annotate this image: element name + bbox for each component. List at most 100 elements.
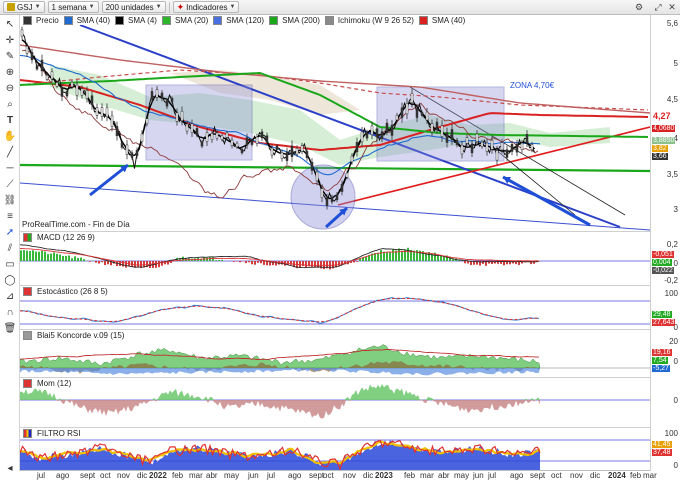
stochastic-k-line (20, 297, 540, 324)
candle-body (485, 142, 489, 152)
rectangle-tool-icon[interactable]: ▭ (3, 257, 17, 271)
price-legend: Precio SMA (40) SMA (4) SMA (20) SMA (120) SM… (23, 16, 468, 25)
close-icon[interactable]: ✕ (665, 1, 679, 13)
price-scale[interactable]: 5,6 5 4,5 4 3,5 3 4,27 4,0680 3,8850 3,8… (650, 15, 680, 471)
macd-signal-line (20, 248, 540, 266)
candle-body (445, 132, 449, 143)
candle-body (395, 114, 399, 121)
macd-histogram-bar (20, 250, 22, 261)
time-axis-label: jul (267, 471, 276, 480)
macd-histogram-bar (44, 251, 46, 261)
rsi-filter-panel[interactable]: FILTRO RSI (20, 428, 650, 471)
zoom-in-icon[interactable]: ⊕ (3, 65, 17, 79)
candle-body (380, 131, 384, 139)
last-price-tag: 4,27 (653, 111, 671, 121)
timeframe-selector[interactable]: 1 semana ▼ (47, 1, 99, 13)
macd-histogram-bar (89, 261, 91, 262)
macd-histogram-bar (377, 252, 379, 261)
macd-tag: 0,004 (652, 259, 672, 266)
trash-icon[interactable]: 🗑 (3, 321, 17, 335)
symbol-selector[interactable]: GSJ ▼ (3, 1, 45, 13)
time-axis[interactable]: jul ago sept oct nov dic 2022 feb mar abr may jun ju… (20, 471, 657, 481)
line-tool-icon[interactable]: ╱ (3, 145, 17, 159)
candle-body (440, 125, 444, 137)
stochastic-tag: 29,48 (652, 311, 672, 318)
macd-histogram-bar (407, 247, 409, 261)
macd-histogram-bar (56, 253, 58, 261)
arrow-tool-icon[interactable]: ➚ (3, 225, 17, 239)
rsi-tag: 37,48 (652, 449, 672, 456)
measure-icon[interactable]: ⊿ (3, 289, 17, 303)
crosshair-icon[interactable]: ✛ (3, 33, 17, 47)
momentum-panel[interactable]: Mom (12) (20, 378, 650, 428)
time-axis-label: may (224, 471, 240, 480)
scale-tick: 20 (669, 337, 678, 346)
fibonacci-icon[interactable]: ≡ (3, 209, 17, 223)
price-panel[interactable]: Precio SMA (40) SMA (4) SMA (20) SMA (120) SM… (20, 15, 650, 232)
time-axis-label: nov (570, 471, 583, 480)
stochastic-panel[interactable]: Estocástico (26 8 5) (20, 286, 650, 330)
legend-item[interactable]: Ichimoku (W 9 26 52) (324, 16, 416, 25)
price-tag: 3,66 (652, 153, 668, 160)
cursor-icon[interactable]: ↖ (3, 17, 17, 31)
legend-swatch (324, 16, 334, 25)
magnet-icon[interactable]: ∩ (3, 305, 17, 319)
candle-body (495, 150, 499, 161)
settings-icon[interactable]: ⚙ (632, 1, 646, 13)
horizontal-line-icon[interactable]: ─ (3, 161, 17, 175)
legend-label: SMA (120) (224, 16, 267, 25)
collapse-icon[interactable]: ◂ (3, 461, 17, 475)
legend-item[interactable]: SMA (40) (63, 16, 113, 25)
candle-body (180, 110, 184, 121)
symbol-icon (7, 3, 15, 11)
link-icon[interactable]: ⛓ (3, 193, 17, 207)
legend-label: SMA (200) (280, 16, 322, 25)
legend-item[interactable]: SMA (120) (213, 16, 267, 25)
units-label: 200 unidades (105, 2, 154, 12)
koncorde-tag: 7,54 (652, 357, 668, 364)
macd-title: MACD (12 26 9) (35, 233, 97, 242)
candle-body (350, 155, 354, 163)
candle-body (295, 147, 299, 155)
koncorde-panel[interactable]: Blai5 Koncorde v.09 (15) (20, 330, 650, 378)
candle-body (265, 135, 269, 143)
legend-item[interactable]: SMA (20) (161, 16, 211, 25)
expand-icon[interactable]: ⤢ (651, 1, 665, 13)
candle-body (345, 172, 349, 178)
ray-tool-icon[interactable]: ⟋ (3, 177, 17, 191)
ellipse-tool-icon[interactable]: ◯ (3, 273, 17, 287)
macd-histogram-bar (257, 261, 259, 263)
candle-body (260, 131, 264, 139)
candle-body (450, 129, 454, 140)
units-selector[interactable]: 200 unidades ▼ (101, 1, 166, 13)
legend-item[interactable]: SMA (200) (269, 16, 322, 25)
macd-histogram-bar (398, 248, 400, 261)
time-axis-label: oct (551, 471, 562, 480)
candle-body (45, 75, 49, 80)
legend-item[interactable]: SMA (40) (418, 16, 468, 25)
candle-body (310, 161, 314, 171)
koncorde-color-swatch (23, 331, 32, 340)
candle-body (410, 93, 414, 104)
macd-histogram-bar (245, 261, 247, 264)
pan-hand-icon[interactable]: ✋ (3, 129, 17, 143)
legend-item[interactable]: Precio (23, 16, 61, 25)
channel-tool-icon[interactable]: ⫽ (3, 241, 17, 255)
time-axis-label: nov (117, 471, 130, 480)
time-axis-label: abr (206, 471, 218, 480)
legend-item[interactable]: SMA (4) (115, 16, 159, 25)
text-tool-icon[interactable]: T (3, 113, 17, 127)
indicators-button[interactable]: ✦ Indicadores ▼ (172, 1, 240, 13)
magnifier-icon[interactable]: ⌕ (3, 97, 17, 111)
macd-histogram-bar (122, 261, 124, 267)
candle-body (110, 115, 114, 127)
toolbar: GSJ ▼ 1 semana ▼ 200 unidades ▼ ✦ Indica… (0, 0, 680, 15)
pencil-icon[interactable]: ✎ (3, 49, 17, 63)
macd-panel[interactable]: MACD (12 26 9) (20, 232, 650, 286)
candle-body (70, 81, 74, 88)
candle-body (235, 142, 239, 148)
scale-tick: 100 (664, 289, 678, 298)
koncorde-blue-area (20, 368, 540, 376)
zoom-out-icon[interactable]: ⊖ (3, 81, 17, 95)
macd-color-swatch (23, 233, 32, 242)
